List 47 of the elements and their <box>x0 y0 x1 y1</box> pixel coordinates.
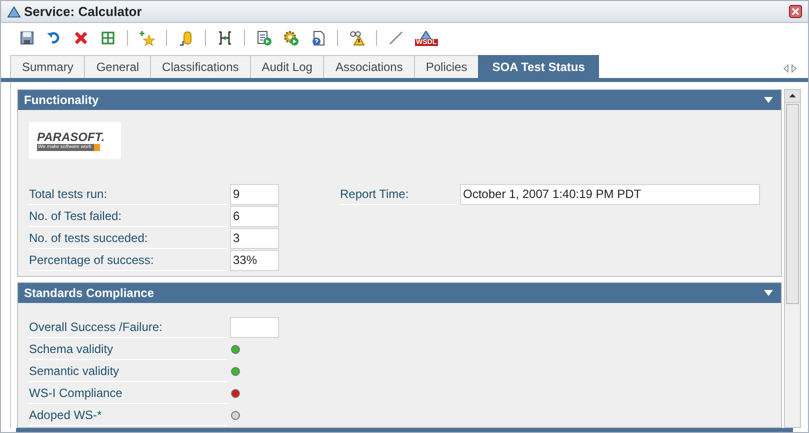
field-label: Adoped WS-* <box>29 404 227 426</box>
save-icon[interactable] <box>19 30 35 46</box>
branch-icon[interactable] <box>217 30 233 46</box>
field-label: WS-I Compliance <box>29 382 227 404</box>
section-header[interactable]: Standards Compliance <box>18 283 781 303</box>
input-field[interactable] <box>230 316 279 338</box>
diagonal-line-icon[interactable] <box>388 30 404 46</box>
star-plus-icon[interactable] <box>139 30 155 46</box>
tab[interactable]: General <box>84 55 150 78</box>
scroll-up-icon[interactable] <box>785 90 800 103</box>
input-field[interactable]: 6 <box>230 206 279 226</box>
section-header[interactable]: Functionality <box>18 90 781 110</box>
field-label: Total tests run: <box>29 184 227 204</box>
input-field[interactable]: 9 <box>230 184 279 204</box>
document-help-icon[interactable] <box>310 30 326 46</box>
grid-icon[interactable] <box>100 30 116 46</box>
field-label: Schema validity <box>29 338 227 360</box>
field-label: No. of tests succeded: <box>29 228 227 248</box>
field-label: Report Time: <box>340 184 457 204</box>
scroll-arrows-icon[interactable] <box>783 64 797 73</box>
input-field[interactable]: October 1, 2007 1:40:19 PM PDT <box>460 184 760 204</box>
tab[interactable]: Classifications <box>150 55 250 78</box>
tab[interactable]: SOA Test Status <box>478 55 599 78</box>
input-field[interactable]: 3 <box>230 228 279 248</box>
field-label: Percentage of success: <box>29 250 227 270</box>
collapse-arrow-icon[interactable] <box>764 97 773 103</box>
tab[interactable]: Policies <box>414 55 478 78</box>
undo-icon[interactable] <box>46 30 62 46</box>
cylinder-icon[interactable] <box>178 30 194 46</box>
collapse-arrow-icon[interactable] <box>764 290 773 296</box>
glasses-warning-icon[interactable] <box>349 30 365 46</box>
document-play-icon[interactable] <box>256 30 272 46</box>
gear-play-icon[interactable] <box>283 30 299 46</box>
scrollbar[interactable] <box>784 89 801 428</box>
window-title: Service: Calculator <box>24 2 142 21</box>
pyramid-icon <box>7 6 21 18</box>
tab[interactable]: Summary <box>10 55 84 78</box>
close-icon[interactable] <box>789 5 802 18</box>
tab[interactable]: Associations <box>323 55 414 78</box>
tab[interactable]: Audit Log <box>250 55 324 78</box>
field-label: No. of Test failed: <box>29 206 227 226</box>
field-label: Semantic validity <box>29 360 227 382</box>
scroll-thumb[interactable] <box>786 104 799 304</box>
field-label: Overall Success /Failure: <box>29 316 227 338</box>
pyramid-icon <box>420 30 432 38</box>
delete-icon[interactable] <box>73 30 89 46</box>
input-field[interactable]: 33% <box>230 250 279 270</box>
